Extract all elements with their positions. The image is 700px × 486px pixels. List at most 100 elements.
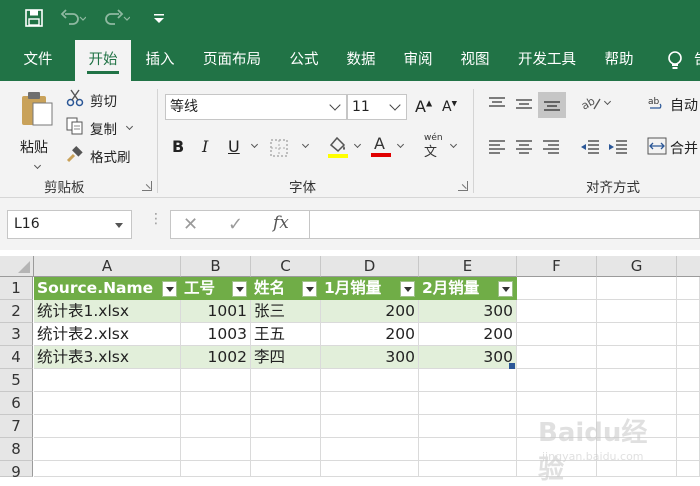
table-header-cell[interactable]: 工号 — [181, 277, 251, 300]
align-center-icon[interactable] — [515, 139, 533, 159]
grid-cell[interactable] — [677, 392, 700, 415]
table-cell[interactable]: 统计表1.xlsx — [34, 300, 181, 323]
fill-color-dropdown-icon[interactable] — [353, 140, 362, 149]
table-cell[interactable]: 张三 — [251, 300, 321, 323]
align-bottom-icon[interactable] — [538, 92, 566, 118]
phonetic-dropdown-icon[interactable] — [449, 140, 458, 149]
filter-dropdown-icon[interactable] — [400, 281, 415, 297]
filter-dropdown-icon[interactable] — [162, 281, 177, 297]
grid-cell[interactable] — [34, 392, 181, 415]
name-box[interactable]: L16 — [7, 210, 132, 239]
grid-cell[interactable] — [321, 415, 419, 438]
grid-cell[interactable] — [677, 300, 700, 323]
grid-cell[interactable] — [597, 277, 677, 300]
tab-insert[interactable]: 插入 — [132, 40, 188, 81]
column-header-e[interactable]: E — [419, 256, 517, 277]
grid-cell[interactable] — [181, 461, 251, 477]
grid-cell[interactable] — [597, 369, 677, 392]
table-cell[interactable]: 李四 — [251, 346, 321, 369]
grid-cell[interactable] — [517, 346, 597, 369]
column-header-d[interactable]: D — [321, 256, 419, 277]
increase-font-icon[interactable]: A▲ — [415, 97, 432, 116]
font-name-combo[interactable]: 等线 — [165, 94, 347, 120]
table-header-cell[interactable]: 1月销量 — [321, 277, 419, 300]
filter-dropdown-icon[interactable] — [302, 281, 317, 297]
grid-cell[interactable] — [181, 438, 251, 461]
underline-dropdown-icon[interactable] — [250, 140, 259, 149]
cut-button[interactable]: 剪切 — [66, 89, 117, 111]
row-header[interactable]: 9 — [0, 461, 33, 481]
table-cell[interactable]: 1002 — [181, 346, 251, 369]
grid-cell[interactable] — [34, 415, 181, 438]
tab-view[interactable]: 视图 — [447, 40, 503, 81]
grid-cell[interactable] — [677, 369, 700, 392]
grid-cell[interactable] — [419, 438, 517, 461]
enter-icon[interactable]: ✓ — [228, 214, 243, 235]
column-header-f[interactable]: F — [517, 256, 597, 277]
tab-overflow[interactable]: 告 — [694, 40, 700, 81]
grid-cell[interactable] — [181, 369, 251, 392]
grid-cell[interactable] — [34, 461, 181, 477]
merge-center-icon[interactable] — [647, 137, 667, 159]
grid-cell[interactable] — [677, 277, 700, 300]
grid-cell[interactable] — [251, 369, 321, 392]
font-size-combo[interactable]: 11 — [347, 94, 407, 120]
customize-qat-icon[interactable] — [152, 8, 166, 35]
lightbulb-icon[interactable] — [664, 50, 686, 76]
column-header-h[interactable] — [677, 256, 700, 277]
formula-input[interactable] — [310, 210, 700, 239]
phonetic-guide-icon[interactable]: wén 文 — [424, 133, 443, 160]
row-header[interactable]: 8 — [0, 438, 33, 461]
grid-cell[interactable] — [597, 323, 677, 346]
filter-dropdown-icon[interactable] — [232, 281, 247, 297]
grid-cell[interactable] — [677, 415, 700, 438]
italic-button[interactable]: I — [202, 137, 208, 156]
row-header[interactable]: 5 — [0, 369, 33, 392]
copy-button[interactable]: 复制 — [66, 117, 134, 139]
table-cell[interactable]: 200 — [321, 323, 419, 346]
column-header-g[interactable]: G — [597, 256, 677, 277]
grid-cell[interactable] — [517, 369, 597, 392]
table-cell[interactable]: 200 — [419, 323, 517, 346]
borders-icon[interactable] — [270, 139, 288, 161]
orientation-dropdown-icon[interactable] — [603, 97, 612, 106]
tab-file[interactable]: 文件 — [10, 40, 66, 81]
grid-cell[interactable] — [321, 369, 419, 392]
fill-color-icon[interactable] — [327, 135, 349, 163]
paste-button[interactable]: 粘贴 — [14, 89, 58, 179]
bold-button[interactable]: B — [172, 137, 184, 156]
row-header[interactable]: 4 — [0, 346, 33, 369]
table-cell[interactable]: 300 — [419, 346, 517, 369]
table-cell[interactable]: 王五 — [251, 323, 321, 346]
wrap-text-icon[interactable]: ab — [648, 95, 666, 117]
font-color-icon[interactable]: A — [370, 133, 392, 163]
column-header-c[interactable]: C — [251, 256, 321, 277]
borders-dropdown-icon[interactable] — [301, 140, 310, 149]
table-cell[interactable]: 统计表2.xlsx — [34, 323, 181, 346]
tab-home[interactable]: 开始 — [75, 40, 131, 81]
select-all-button[interactable] — [0, 256, 34, 277]
table-cell[interactable]: 300 — [419, 300, 517, 323]
grid-cell[interactable] — [677, 438, 700, 461]
row-header[interactable]: 7 — [0, 415, 33, 438]
row-header[interactable]: 1 — [0, 277, 33, 300]
grid-cell[interactable] — [321, 438, 419, 461]
grid-cell[interactable] — [181, 392, 251, 415]
row-header[interactable]: 2 — [0, 300, 33, 323]
format-painter-button[interactable]: 格式刷 — [66, 145, 131, 167]
decrease-indent-icon[interactable] — [580, 139, 600, 159]
table-cell[interactable]: 300 — [321, 346, 419, 369]
row-header[interactable]: 3 — [0, 323, 33, 346]
grid-cell[interactable] — [251, 438, 321, 461]
grid-cell[interactable] — [517, 323, 597, 346]
tab-review[interactable]: 审阅 — [390, 40, 446, 81]
grid-cell[interactable] — [677, 461, 700, 477]
grid-cell[interactable] — [34, 369, 181, 392]
row-header[interactable]: 6 — [0, 392, 33, 415]
table-header-cell[interactable]: 姓名 — [251, 277, 321, 300]
grid-cell[interactable] — [677, 323, 700, 346]
filter-dropdown-icon[interactable] — [498, 281, 513, 297]
align-top-icon[interactable] — [488, 96, 506, 116]
grid-cell[interactable] — [181, 415, 251, 438]
grid-cell[interactable] — [419, 392, 517, 415]
